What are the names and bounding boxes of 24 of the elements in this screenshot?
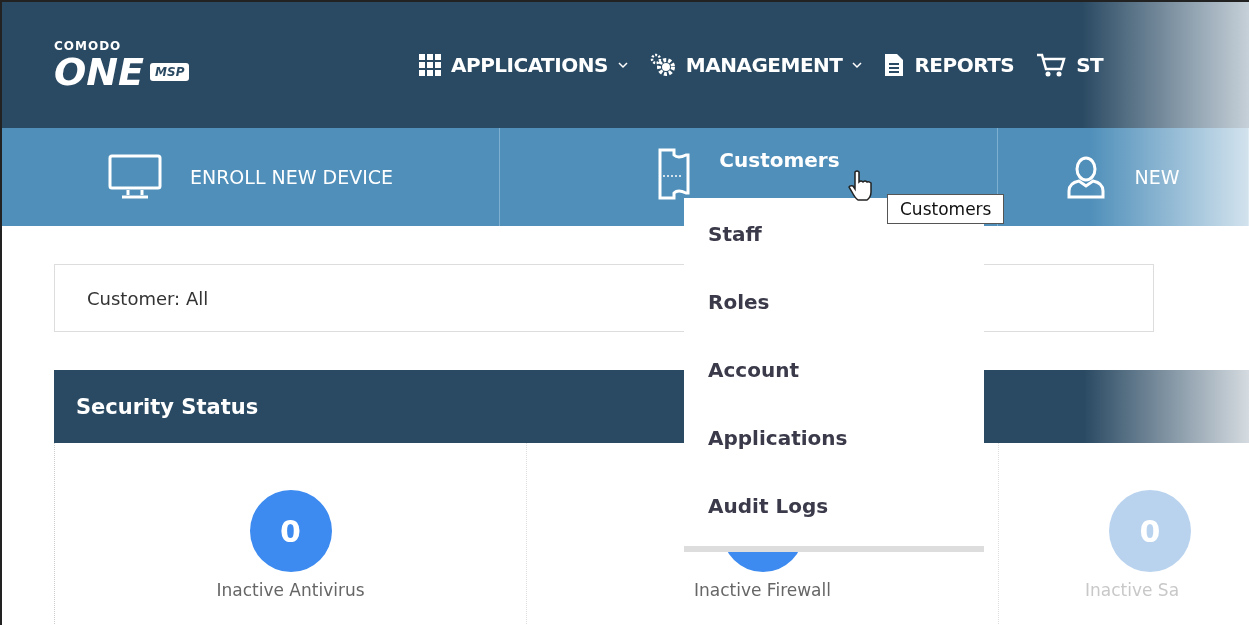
document-icon [884,53,905,77]
nav-menu-button[interactable]: APPLICATIONS [419,53,628,77]
menu-item[interactable]: Audit Logs [708,472,829,540]
menu-item[interactable]: Applications [708,404,848,472]
panel-title: Security Status [76,394,259,419]
stat-label: Inactive Antivirus [216,580,365,600]
person-icon [1066,155,1107,199]
comodo-one-logo[interactable]: COMODO ONE MSP [2,39,367,91]
gear-icon [649,53,676,77]
stat-label: Inactive Firewall [694,580,831,600]
caret-icon [852,61,863,69]
tooltip: Customers [887,194,1005,224]
menu-item[interactable]: Account [708,336,799,404]
grid-icon [419,54,441,76]
action-button[interactable]: ENROLL NEW DEVICE [2,128,500,226]
ticket-icon [657,148,692,200]
count-badge: 0 [249,490,332,572]
caret-icon [617,61,628,69]
nav-menu-button[interactable]: REPORTS [884,53,1015,77]
count-badge: 0 [1109,490,1191,572]
nav-menu-button[interactable]: ST [1036,52,1104,78]
nav-menu-button[interactable]: MANAGEMENT [649,53,863,77]
monitor-icon [107,154,162,200]
cart-icon [1036,52,1067,78]
